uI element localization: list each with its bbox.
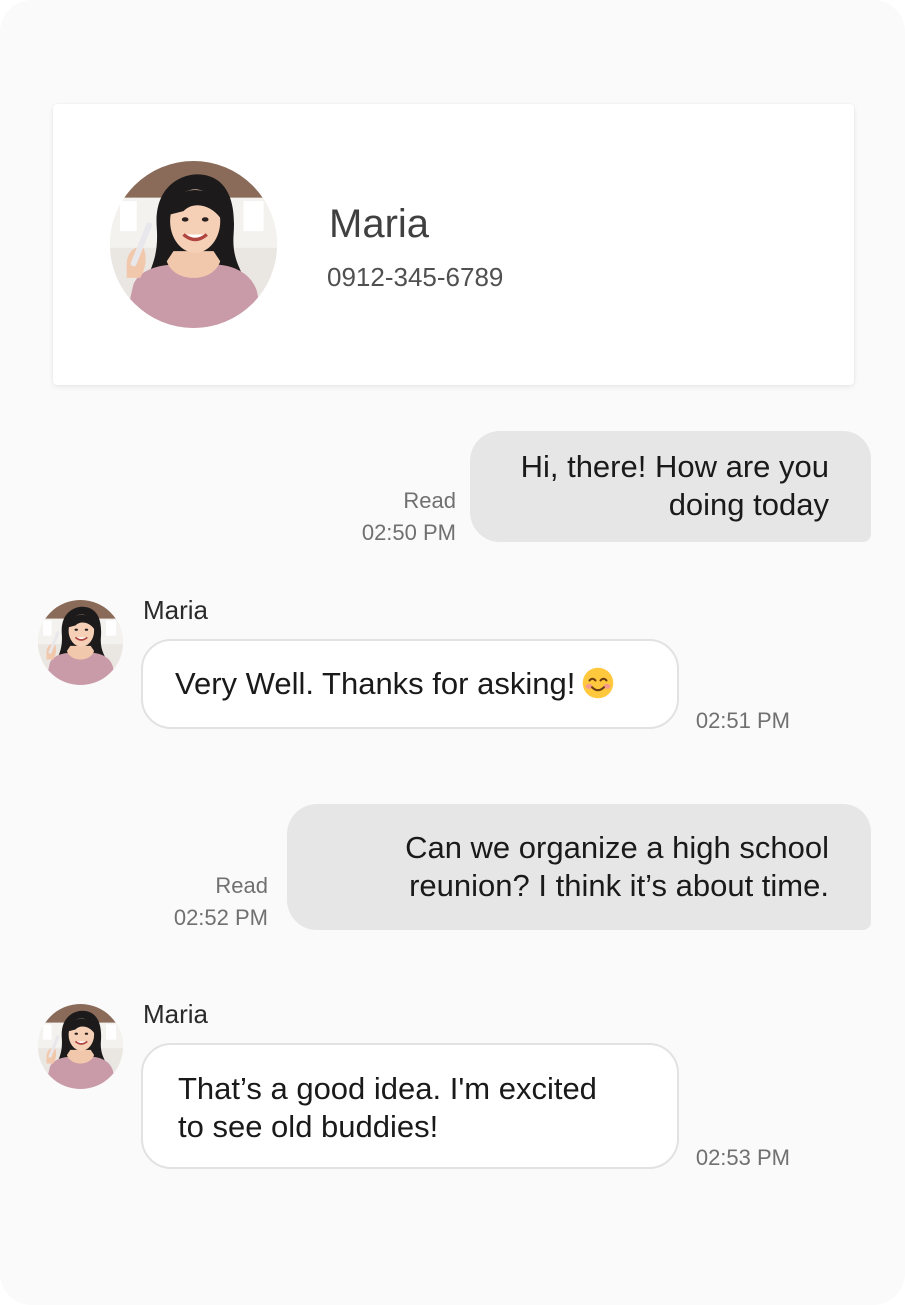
message-line: reunion? I think it’s about time. xyxy=(409,868,829,903)
received-message-bubble[interactable]: Very Well. Thanks for asking! xyxy=(141,639,679,729)
contact-card[interactable]: Maria 0912-345-6789 xyxy=(53,104,854,385)
sender-avatar[interactable] xyxy=(38,600,123,685)
chat-screen: Maria 0912-345-6789 Read 02:50 PM Hi, th… xyxy=(0,0,905,1305)
received-message-bubble[interactable]: That’s a good idea. I'm excited to see o… xyxy=(141,1043,679,1169)
message-line: doing today xyxy=(668,487,829,522)
sender-name: Maria xyxy=(143,999,209,1029)
person-photo-icon xyxy=(38,600,123,685)
sender-name: Maria xyxy=(143,595,209,625)
message-time: 02:51 PM xyxy=(695,708,790,733)
contact-avatar xyxy=(110,161,277,328)
sender-avatar[interactable] xyxy=(38,1004,123,1089)
message-text: Very Well. Thanks for asking! xyxy=(175,666,576,701)
person-photo-icon xyxy=(38,1004,123,1089)
sent-message-bubble[interactable]: Can we organize a high school reunion? I… xyxy=(287,804,871,930)
person-photo-icon xyxy=(110,161,277,328)
message-line: That’s a good idea. I'm excited xyxy=(178,1071,597,1106)
message-status: Read xyxy=(215,873,268,898)
sent-message-bubble[interactable]: Hi, there! How are you doing today xyxy=(470,431,871,542)
smiling-face-icon xyxy=(581,666,615,700)
message-line: Can we organize a high school xyxy=(405,830,829,865)
contact-name: Maria xyxy=(329,202,430,246)
message-time: 02:52 PM xyxy=(173,905,268,930)
message-line: to see old buddies! xyxy=(178,1109,439,1144)
message-line: Hi, there! How are you xyxy=(520,449,829,484)
message-time: 02:53 PM xyxy=(695,1145,790,1170)
contact-phone[interactable]: 0912-345-6789 xyxy=(327,262,503,293)
message-time: 02:50 PM xyxy=(361,520,456,545)
message-status: Read xyxy=(403,488,456,513)
